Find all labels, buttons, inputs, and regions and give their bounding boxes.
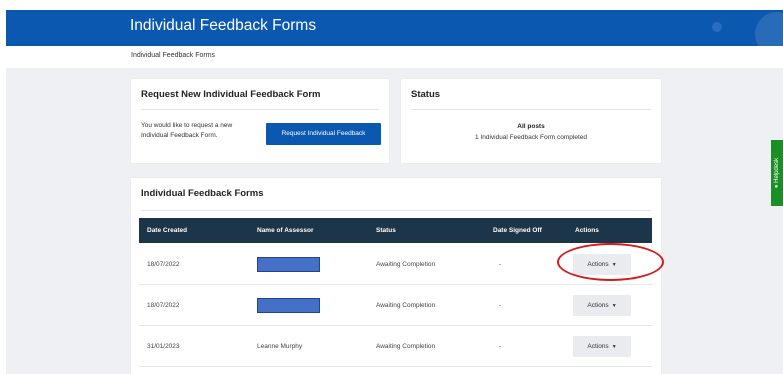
status-all-posts: All posts [517,123,545,130]
helpdesk-tab[interactable]: ● Helpdesk [771,140,783,206]
status-cell: Awaiting Completion [376,261,436,268]
breadcrumb-item[interactable]: Individual Feedback Forms [131,52,215,59]
table-row: 31/01/2023 Leanne Murphy Awaiting Comple… [139,326,652,367]
column-date-signed-off[interactable]: Date Signed Off [493,227,542,234]
divider [411,109,651,110]
date-created-cell: 31/01/2023 [147,343,180,350]
redacted-assessor-name [257,257,320,272]
status-cell: Awaiting Completion [376,343,436,350]
status-summary: 1 Individual Feedback Form completed [474,134,587,141]
page-title: Individual Feedback Forms [130,17,317,34]
forms-card-title: Individual Feedback Forms [141,188,264,199]
request-card-title: Request New Individual Feedback Form [141,89,321,100]
signed-off-cell: - [499,302,502,309]
actions-dropdown-button[interactable]: Actions ▼ [573,295,631,316]
status-card-title: Status [411,89,441,100]
column-assessor[interactable]: Name of Assessor [257,227,313,234]
request-feedback-button[interactable]: Request Individual Feedback [266,123,381,145]
header-bar: Individual Feedback Forms [6,10,783,46]
request-card: Request New Individual Feedback Form You… [131,79,389,163]
header-decoration [712,22,722,32]
column-status[interactable]: Status [376,227,396,234]
redacted-assessor-name [257,298,320,313]
request-description: You would like to request a new Individu… [141,122,233,139]
column-date-created[interactable]: Date Created [147,227,187,234]
actions-dropdown-button[interactable]: Actions ▼ [573,336,631,357]
actions-label: Actions [587,302,609,309]
table-row: 18/07/2022 Awaiting Completion - Actions… [139,285,652,326]
signed-off-cell: - [499,261,502,268]
signed-off-cell: - [499,343,502,350]
caret-down-icon: ▼ [611,344,617,350]
column-actions: Actions [575,227,599,234]
question-circle-icon: ● [774,184,780,189]
date-created-cell: 18/07/2022 [147,261,180,268]
actions-label: Actions [587,343,609,350]
annotation-circle [557,243,664,281]
assessor-cell: Leanne Murphy [257,343,303,350]
status-card: Status All posts 1 Individual Feedback F… [401,79,661,163]
helpdesk-label: Helpdesk [774,157,780,183]
header-decoration [755,12,783,46]
divider [141,109,379,110]
status-cell: Awaiting Completion [376,302,436,309]
date-created-cell: 18/07/2022 [147,302,180,309]
divider [141,210,651,211]
breadcrumb: Individual Feedback Forms [6,46,783,68]
caret-down-icon: ▼ [611,303,617,309]
table-header: Date Created Name of Assessor Status Dat… [139,218,652,243]
